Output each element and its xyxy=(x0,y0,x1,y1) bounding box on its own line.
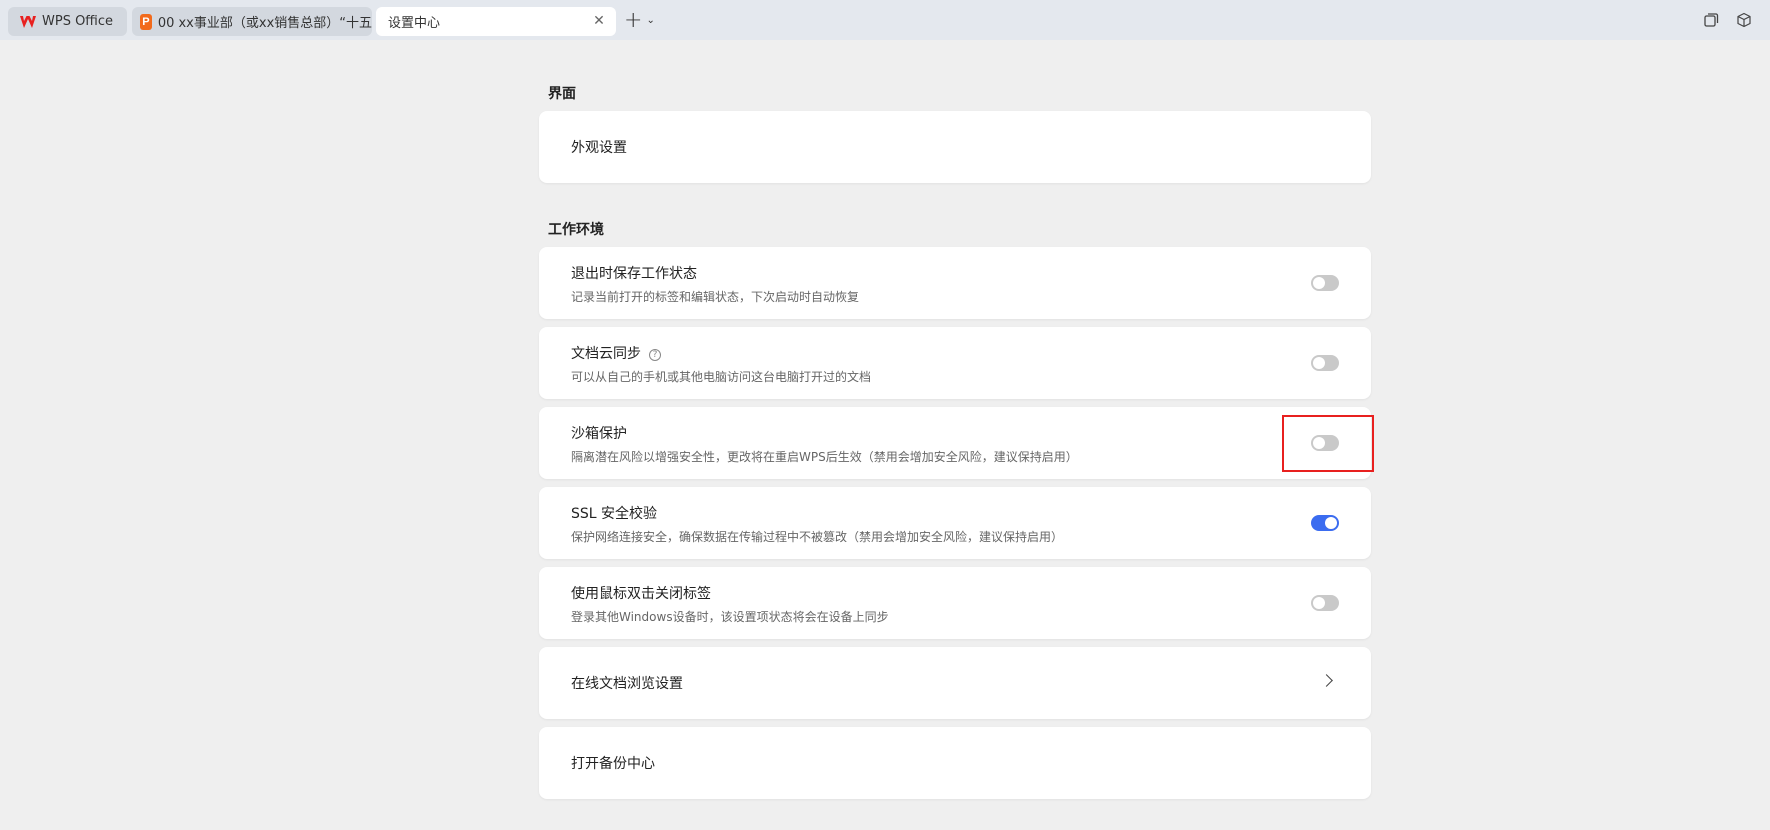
setting-double-click-close-tab: 使用鼠标双击关闭标签 登录其他Windows设备时，该设置项状态将会在设备上同步 xyxy=(539,567,1371,639)
tab-bar: WPS Office P 00 xx事业部（或xx销售总部）“十五 设置中心 ✕… xyxy=(0,0,1770,40)
ssl-verification-toggle[interactable] xyxy=(1311,515,1339,531)
setting-description: 隔离潜在风险以增强安全性，更改将在重启WPS后生效（禁用会增加安全风险，建议保持… xyxy=(571,450,1078,464)
setting-cloud-sync: 文档云同步? 可以从自己的手机或其他电脑访问这台电脑打开过的文档 xyxy=(539,327,1371,399)
highlight-annotation-box xyxy=(1282,415,1374,472)
presentation-icon: P xyxy=(140,13,152,30)
backup-center-label: 打开备份中心 xyxy=(571,756,655,772)
setting-save-work-state: 退出时保存工作状态 记录当前打开的标签和编辑状态，下次启动时自动恢复 xyxy=(539,247,1371,319)
tab-wps-label: WPS Office xyxy=(42,14,114,29)
new-tab-button[interactable]: + ⌄ xyxy=(624,9,664,33)
chevron-down-icon[interactable]: ⌄ xyxy=(646,16,654,26)
cloud-sync-label: 文档云同步 xyxy=(571,346,641,362)
help-circle-icon[interactable]: ? xyxy=(649,349,661,361)
setting-title: 退出时保存工作状态 xyxy=(571,266,697,282)
setting-description: 登录其他Windows设备时，该设置项状态将会在设备上同步 xyxy=(571,610,889,624)
appearance-settings-card[interactable]: 外观设置 xyxy=(539,111,1371,183)
setting-title: 文档云同步? xyxy=(571,343,661,363)
close-icon[interactable]: ✕ xyxy=(592,14,606,28)
online-doc-browse-settings-card[interactable]: 在线文档浏览设置 xyxy=(539,647,1371,719)
tab-settings-center[interactable]: 设置中心 ✕ xyxy=(376,7,616,36)
setting-description: 可以从自己的手机或其他电脑访问这台电脑打开过的文档 xyxy=(571,370,872,384)
cube-icon[interactable] xyxy=(1736,12,1752,28)
appearance-settings-label: 外观设置 xyxy=(571,140,627,156)
setting-title: 使用鼠标双击关闭标签 xyxy=(571,586,711,602)
setting-title: SSL 安全校验 xyxy=(571,506,658,522)
chevron-right-icon xyxy=(1320,674,1333,687)
plus-icon[interactable]: + xyxy=(624,10,642,32)
online-doc-browse-label: 在线文档浏览设置 xyxy=(571,676,683,692)
tab-document-label: 00 xx事业部（或xx销售总部）“十五 xyxy=(157,16,372,31)
tab-document[interactable]: P 00 xx事业部（或xx销售总部）“十五 xyxy=(132,7,372,36)
wps-logo-icon xyxy=(20,15,36,28)
setting-description: 保护网络连接安全，确保数据在传输过程中不被篡改（禁用会增加安全风险，建议保持启用… xyxy=(571,530,1064,544)
setting-ssl-verification: SSL 安全校验 保护网络连接安全，确保数据在传输过程中不被篡改（禁用会增加安全… xyxy=(539,487,1371,559)
window-restore-icon[interactable] xyxy=(1703,12,1719,28)
setting-title: 沙箱保护 xyxy=(571,426,627,442)
backup-center-card[interactable]: 打开备份中心 xyxy=(539,727,1371,799)
tab-settings-label: 设置中心 xyxy=(388,16,441,31)
cloud-sync-toggle[interactable] xyxy=(1311,355,1339,371)
tab-wps-office[interactable]: WPS Office xyxy=(8,7,127,36)
save-work-state-toggle[interactable] xyxy=(1311,275,1339,291)
setting-description: 记录当前打开的标签和编辑状态，下次启动时自动恢复 xyxy=(571,290,860,304)
section-title-interface: 界面 xyxy=(548,86,576,102)
setting-sandbox-protection: 沙箱保护 隔离潜在风险以增强安全性，更改将在重启WPS后生效（禁用会增加安全风险… xyxy=(539,407,1371,479)
double-click-close-tab-toggle[interactable] xyxy=(1311,595,1339,611)
section-title-work-env: 工作环境 xyxy=(548,222,604,238)
